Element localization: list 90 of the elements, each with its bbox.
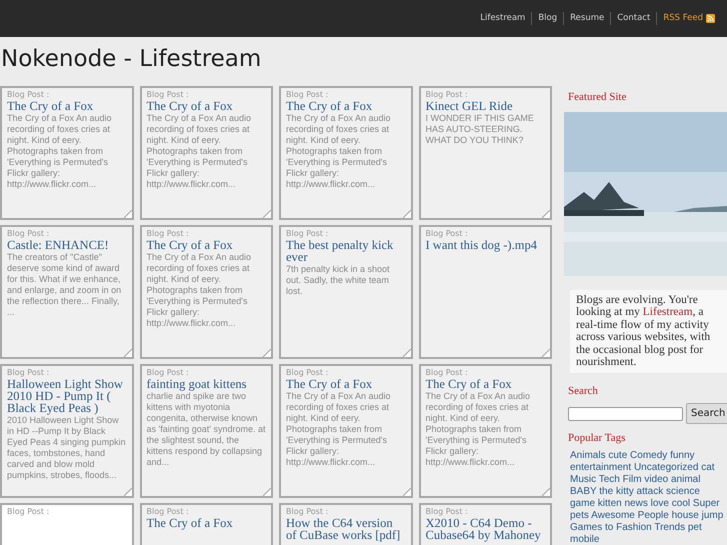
tag-link[interactable]: jump [702, 510, 724, 520]
tag-link[interactable]: People [638, 510, 669, 520]
popular-tags-heading: Popular Tags [568, 431, 626, 446]
post-excerpt: 2010 Halloween Light Show in HD --Pump It by Black Eyed Peas 4 singing pumpkin faces, tombstones, hand carved and blow mold pumpkins, strobes, floods... [7, 415, 126, 481]
post-excerpt: 7th penalty kick in a shoot out. Sadly, the white team lost. [286, 264, 391, 297]
tag-link[interactable]: house [672, 510, 699, 520]
tag-link[interactable]: Fashion [616, 522, 652, 532]
tag-link[interactable]: Comedy [630, 450, 668, 460]
post-category: Blog Post : [286, 90, 330, 100]
tag-link[interactable]: Trends [654, 522, 686, 532]
post-excerpt: I WONDER IF THIS GAME HAS AUTO-STEERING. WHAT DO YOU THINK? [426, 113, 535, 146]
nav-link[interactable]: Contact [617, 12, 650, 25]
post-category: Blog Post : [146, 368, 190, 378]
tag-link[interactable]: love [650, 498, 669, 508]
post-title[interactable]: The Cry of a Fox [7, 100, 126, 112]
post-category: Blog Post : [286, 229, 330, 239]
tag-link[interactable]: video [644, 474, 668, 484]
tag-link[interactable]: news [624, 498, 648, 508]
tag-link[interactable]: cool [672, 498, 690, 508]
post-excerpt: The Cry of a Fox An audio recording of foxes cries at night. Kind of eery. Photographs taken from 'Everything is Permuted's Flickr gallery: http://www.flickr.com... [286, 113, 392, 190]
tag-link[interactable]: Games [570, 522, 602, 532]
tag-link[interactable]: Super [692, 498, 720, 508]
post-excerpt: The Cry of a Fox An audio recording of foxes cries at night. Kind of eery. Photographs taken from 'Everything is Permuted's Flickr gallery: http://www.flickr.com... [146, 252, 252, 329]
about-text: Blogs are evolving. You're looking at my Lifestream, a real-time flow of my activity across various websites, with the occasional blog post for nourishment. [570, 290, 727, 372]
post-category: Blog Post : [286, 368, 330, 378]
tag-link[interactable]: the [599, 486, 614, 496]
rss-feed-link[interactable]: RSS Feed [663, 12, 715, 25]
tag-link[interactable]: Film [622, 474, 642, 484]
post-title[interactable]: The Cry of a Fox [146, 239, 266, 251]
post-title[interactable]: The Cry of a Fox [146, 517, 266, 529]
post-title[interactable]: Kinect GEL Ride [426, 100, 545, 112]
tag-link[interactable]: attack [636, 486, 664, 496]
post-excerpt: The Cry of a Fox An audio recording of foxes cries at night. Kind of eery. Photographs taken from 'Everything is Permuted's Flickr gallery: http://www.flickr.com... [426, 391, 532, 468]
rss-icon [706, 14, 715, 23]
tag-link[interactable]: funny [670, 450, 695, 460]
post-title[interactable]: X2010 - C64 Demo - Cubase64 by Mahoney [426, 517, 545, 541]
post-excerpt: The creators of "Castle" deserve some kind of award for this. What if we enhance, and enlarge, and zoom in on the reflection there... Finally, ... [7, 252, 122, 318]
lifestream-link[interactable]: Lifestream [642, 306, 693, 318]
tag-link[interactable]: Tech [598, 474, 620, 484]
post-category: Blog Post : [7, 507, 50, 517]
post-excerpt: The Cry of a Fox An audio recording of foxes cries at night. Kind of eery. Photographs taken from 'Everything is Permuted's Flickr gallery: http://www.flickr.com... [7, 113, 113, 190]
post-title[interactable]: The best penalty kick ever [286, 239, 406, 263]
post-category: Blog Post : [426, 368, 469, 378]
post-excerpt: charlie and spike are two kittens with myotonia congenita, otherwise known as 'fainting goat' syndrome. at the slightest sound, the kittens respond by collapsing and... [146, 391, 266, 468]
post-category: Blog Post : [426, 229, 469, 239]
page-title: Nokenode - Lifestream [0, 45, 262, 73]
post-title[interactable]: I want this dog -).mp4 [426, 239, 545, 251]
tag-link[interactable]: Awesome [591, 510, 635, 520]
tag-link[interactable]: Music [570, 474, 596, 484]
post-category: Blog Post : [286, 507, 330, 517]
tag-link[interactable]: science [666, 486, 700, 496]
post-category: Blog Post : [7, 90, 50, 100]
post-title[interactable]: The Cry of a Fox [146, 100, 266, 112]
search-field[interactable] [568, 406, 683, 420]
post-title[interactable]: Castle: ENHANCE! [7, 239, 126, 251]
tag-link[interactable]: pet [688, 522, 702, 532]
post-title[interactable]: fainting goat kittens [146, 378, 266, 390]
nav-link[interactable]: Resume [570, 12, 604, 25]
post-title[interactable]: Halloween Light Show 2010 HD - Pump It ( Black Eyed Peas ) [7, 378, 126, 414]
search-button[interactable]: Search [686, 403, 727, 424]
tag-link[interactable]: mobile [570, 534, 600, 544]
tag-link[interactable]: to [605, 522, 614, 532]
nav-link[interactable]: Blog [538, 12, 558, 25]
post-excerpt: The Cry of a Fox An audio recording of foxes cries at night. Kind of eery. Photographs taken from 'Everything is Permuted's Flickr gallery: http://www.flickr.com... [146, 113, 252, 190]
post-category: Blog Post : [146, 507, 190, 517]
post-title[interactable]: How the C64 version of CuBase works [pdf] [286, 517, 406, 541]
post-category: Blog Post : [146, 229, 190, 239]
nav-link[interactable]: Lifestream [480, 12, 526, 25]
post-category: Blog Post : [426, 90, 469, 100]
search-heading: Search [568, 384, 599, 398]
tag-link[interactable]: cute [608, 450, 628, 460]
post-excerpt: The Cry of a Fox An audio recording of foxes cries at night. Kind of eery. Photographs taken from 'Everything is Permuted's Flickr gallery: http://www.flickr.com... [286, 391, 392, 468]
post-category: Blog Post : [146, 90, 190, 100]
tag-link[interactable]: Uncategorized [634, 462, 698, 472]
post-title[interactable]: The Cry of a Fox [286, 100, 406, 112]
post-category: Blog Post : [7, 368, 50, 378]
tag-link[interactable]: entertainment [570, 462, 632, 472]
tag-link[interactable]: kitty [616, 486, 634, 496]
tag-link[interactable]: pets [570, 510, 589, 520]
tag-link[interactable]: animal [671, 474, 700, 484]
post-title[interactable]: The Cry of a Fox [286, 378, 406, 390]
post-title[interactable]: The Cry of a Fox [426, 378, 545, 390]
tag-link[interactable]: Animals [570, 450, 606, 460]
tag-link[interactable]: kitten [598, 498, 622, 508]
featured-site-heading: Featured Site [568, 90, 628, 105]
post-category: Blog Post : [426, 507, 469, 517]
tag-link[interactable]: game [570, 498, 596, 508]
tag-link[interactable]: BABY [570, 486, 596, 496]
tag-link[interactable]: cat [701, 462, 715, 472]
post-category: Blog Post : [7, 229, 50, 239]
